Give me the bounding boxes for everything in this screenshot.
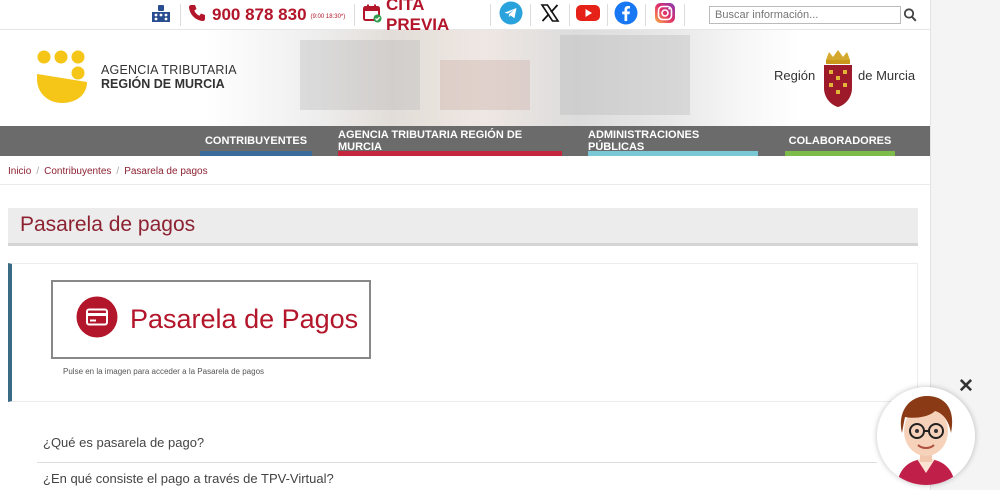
separator (354, 4, 355, 26)
x-twitter-icon (540, 3, 560, 28)
phone-hours: (9:00 18:30*) (310, 13, 346, 20)
header-photo-region (560, 35, 690, 115)
close-chat-button[interactable]: ✕ (958, 377, 974, 397)
breadcrumb-separator: / (36, 166, 40, 177)
faq-item-what-is-gateway[interactable]: ¿Qué es pasarela de pago? (37, 425, 877, 459)
nav-accent-bar (338, 151, 562, 156)
agency-logo[interactable] (35, 48, 89, 109)
region-name-part1: Región (774, 68, 816, 83)
search-button[interactable] (903, 7, 917, 23)
breadcrumb-item-contribuyentes[interactable]: Contribuyentes (44, 166, 111, 177)
payment-gateway-banner-label: Pasarela de Pagos (130, 304, 359, 334)
header-photo-region (440, 60, 530, 110)
breadcrumb-item-inicio[interactable]: Inicio (8, 166, 31, 177)
facebook-link[interactable] (611, 0, 641, 30)
agency-name-line2: REGIÓN DE MURCIA (101, 77, 225, 91)
youtube-icon (575, 3, 601, 28)
phone-number: 900 878 830 (212, 5, 307, 24)
telegram-icon (499, 1, 523, 30)
page-title-box: Pasarela de pagos (8, 208, 918, 246)
nav-item-label: CONTRIBUYENTES (204, 135, 308, 147)
region-coat-of-arms[interactable] (821, 48, 855, 113)
payment-gateway-panel: Pasarela de Pagos Pulse en la imagen par… (8, 263, 918, 402)
faq-item-tpv-virtual[interactable]: ¿En qué consiste el pago a través de TPV… (37, 461, 877, 490)
agency-name-line1: AGENCIA TRIBUTARIA (101, 63, 237, 77)
site-header: AGENCIA TRIBUTARIA REGIÓN DE MURCIA Regi… (0, 30, 930, 126)
telegram-link[interactable] (496, 0, 526, 30)
youtube-link[interactable] (573, 0, 603, 30)
phone-link[interactable]: 900 878 830 (9:00 18:30*) (187, 0, 352, 30)
separator (569, 4, 570, 26)
accessibility-link[interactable] (145, 0, 177, 30)
top-bar: 900 878 830 (9:00 18:30*) CITA PREVIA (0, 0, 930, 34)
breadcrumb-separator: / (116, 166, 120, 177)
search-input[interactable] (709, 6, 901, 24)
separator (607, 4, 608, 26)
payment-gateway-banner-button[interactable]: Pasarela de Pagos (51, 280, 371, 359)
breadcrumb-item-current: Pasarela de pagos (124, 166, 208, 177)
facebook-icon (614, 1, 638, 30)
braille-icon (150, 3, 172, 28)
x-twitter-link[interactable] (535, 0, 565, 30)
breadcrumb: Inicio / Contribuyentes / Pasarela de pagos (8, 166, 208, 177)
phone-icon (187, 3, 207, 28)
separator (684, 4, 685, 26)
page-title: Pasarela de pagos (20, 213, 196, 236)
banner-caption: Pulse en la imagen para acceder a la Pas… (63, 367, 265, 376)
chat-assistant-avatar[interactable] (877, 387, 975, 485)
divider (0, 184, 930, 185)
separator (490, 4, 491, 26)
credit-card-icon (76, 296, 118, 343)
main-nav: CONTRIBUYENTES AGENCIA TRIBUTARIA REGIÓN… (0, 126, 930, 156)
instagram-link[interactable] (650, 0, 680, 30)
nav-accent-bar (588, 151, 758, 156)
separator (645, 4, 646, 26)
region-name-part2: de Murcia (858, 68, 916, 83)
separator (180, 4, 181, 26)
nav-accent-bar (200, 151, 312, 156)
nav-item-label: ADMINISTRACIONES PÚBLICAS (588, 129, 700, 153)
cita-previa-link[interactable]: CITA PREVIA (362, 0, 490, 34)
separator (530, 4, 531, 26)
close-icon: ✕ (958, 376, 974, 397)
page: 900 878 830 (9:00 18:30*) CITA PREVIA Bu… (0, 0, 931, 490)
nav-item-label: COLABORADORES (788, 135, 892, 147)
nav-item-label: AGENCIA TRIBUTARIA REGIÓN DE MURCIA (338, 129, 523, 153)
header-photo-region (300, 40, 420, 110)
search-icon (903, 8, 917, 27)
instagram-icon (654, 2, 676, 29)
nav-accent-bar (785, 151, 895, 156)
calendar-check-icon (362, 3, 382, 28)
